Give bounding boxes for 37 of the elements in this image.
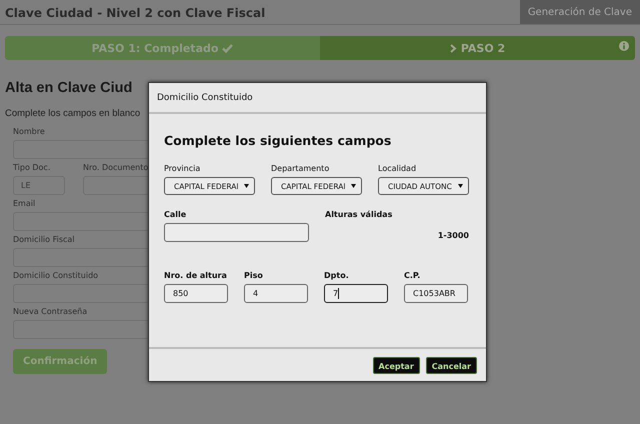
street-input[interactable] <box>164 223 309 242</box>
valid-heights-value: 1-3000 <box>438 231 469 240</box>
field-label: Piso <box>244 271 263 280</box>
field-label: Dpto. <box>324 271 349 280</box>
accept-button[interactable]: Aceptar <box>372 357 420 374</box>
field-label: Localidad <box>378 164 416 173</box>
field-label: Calle <box>164 210 186 219</box>
page-heading: Alta en Clave Ciud <box>5 80 132 96</box>
field-label: Departamento <box>271 164 330 173</box>
field-label: Nro. de altura <box>164 271 227 280</box>
field-label: Domicilio Fiscal <box>13 235 75 244</box>
field-label: Provincia <box>164 164 200 173</box>
input-field[interactable]: C1053ABR <box>404 284 468 303</box>
field-label: C.P. <box>404 271 420 280</box>
dropdown-arrow-icon <box>351 184 356 188</box>
check-icon <box>222 44 234 52</box>
dialog-heading: Complete los siguientes campos <box>164 133 392 148</box>
info-icon[interactable] <box>619 41 629 51</box>
input-field[interactable]: 850 <box>164 284 228 303</box>
chevron-icon <box>450 44 457 52</box>
field-label: Nro. Documento <box>83 163 148 172</box>
cancel-button[interactable]: Cancelar <box>426 357 477 374</box>
field-label: Nueva Contraseña <box>13 307 88 316</box>
field-label: Nombre <box>13 127 45 136</box>
dropdown-arrow-icon <box>458 184 463 188</box>
field-label: Alturas válidas <box>325 210 392 219</box>
field-label: Tipo Doc. <box>13 163 50 172</box>
input-field[interactable]: 4 <box>244 284 308 303</box>
field-label: Domicilio Constituido <box>13 271 98 280</box>
field-label: Email <box>13 199 36 208</box>
step-current: PASO 2 <box>320 36 635 60</box>
dropdown-arrow-icon <box>244 184 249 188</box>
step-completed: PASO 1: Completado <box>5 36 320 60</box>
dialog-title: Domicilio Constituido <box>149 83 486 114</box>
app-title: Clave Ciudad - Nivel 2 con Clave Fiscal <box>4 5 266 22</box>
instructions-text: Complete los campos en blanco <box>5 108 140 119</box>
input-field[interactable]: 7 <box>324 284 388 303</box>
